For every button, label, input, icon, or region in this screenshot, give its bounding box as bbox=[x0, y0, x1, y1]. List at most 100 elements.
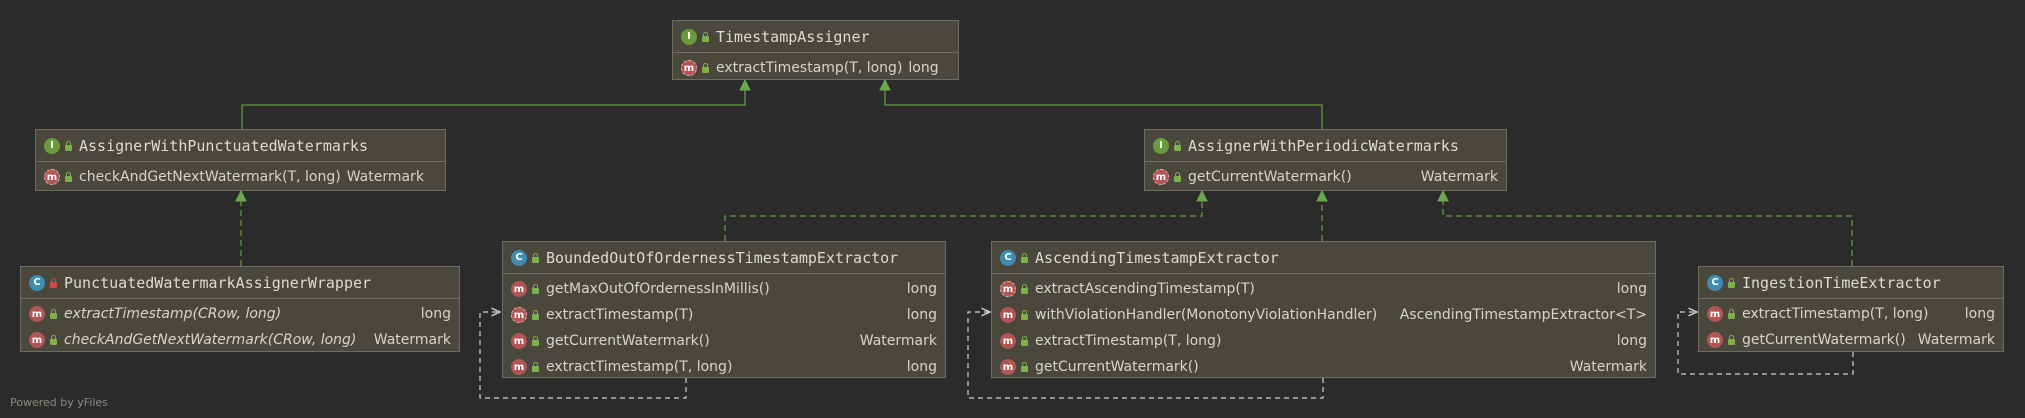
abstract-method-icon: m bbox=[1000, 281, 1016, 297]
abstract-class-icon: C bbox=[1000, 249, 1016, 266]
interface-icon: I bbox=[1153, 137, 1169, 154]
public-visibility-icon bbox=[701, 63, 710, 73]
method-signature: getCurrentWatermark() bbox=[546, 333, 710, 349]
node-bounded-out-of-orderness-timestamp-extractor[interactable]: C BoundedOutOfOrdernessTimestampExtracto… bbox=[502, 241, 946, 378]
method-row[interactable]: m getCurrentWatermark() Watermark bbox=[992, 354, 1655, 380]
node-title: TimestampAssigner bbox=[716, 27, 870, 46]
interface-icon: I bbox=[44, 137, 60, 154]
method-row[interactable]: m extractTimestamp(CRow, long) long bbox=[21, 301, 459, 327]
public-visibility-icon bbox=[64, 172, 73, 182]
node-header: C IngestionTimeExtractor bbox=[1699, 267, 2003, 299]
method-row[interactable]: m getCurrentWatermark() Watermark bbox=[503, 328, 945, 354]
node-title: PunctuatedWatermarkAssignerWrapper bbox=[64, 273, 372, 292]
method-row[interactable]: m getCurrentWatermark() Watermark bbox=[1145, 164, 1506, 190]
method-row[interactable]: m checkAndGetNextWatermark(CRow, long) W… bbox=[21, 327, 459, 353]
method-icon: m bbox=[1707, 332, 1723, 348]
method-icon: m bbox=[29, 306, 45, 322]
public-visibility-icon bbox=[531, 336, 540, 346]
node-header: I TimestampAssigner bbox=[673, 21, 958, 53]
public-visibility-icon bbox=[531, 310, 540, 320]
public-visibility-icon bbox=[1727, 335, 1736, 345]
abstract-method-icon: m bbox=[511, 307, 527, 323]
method-icon: m bbox=[1000, 359, 1016, 375]
method-return-type: long bbox=[906, 281, 937, 297]
method-row[interactable]: m extractTimestamp(T, long) long bbox=[673, 55, 958, 81]
method-return-type: long bbox=[906, 307, 937, 323]
method-signature: extractTimestamp(T, long) bbox=[716, 60, 903, 76]
method-return-type: long bbox=[906, 359, 937, 375]
method-return-type: Watermark bbox=[373, 332, 451, 348]
edge-punctuated-extends-timestamp-assigner bbox=[241, 78, 751, 129]
method-signature: extractTimestamp(T, long) bbox=[1035, 333, 1222, 349]
node-title: IngestionTimeExtractor bbox=[1742, 273, 1941, 292]
method-row[interactable]: m extractTimestamp(T, long) long bbox=[1699, 301, 2003, 327]
public-visibility-icon bbox=[1020, 284, 1029, 294]
powered-by-footer: Powered by yFiles bbox=[10, 396, 108, 409]
method-row[interactable]: m getMaxOutOfOrdernessInMillis() long bbox=[503, 276, 945, 302]
node-header: I AssignerWithPeriodicWatermarks bbox=[1145, 130, 1506, 162]
method-signature: extractAscendingTimestamp(T) bbox=[1035, 281, 1255, 297]
method-signature: withViolationHandler(MonotonyViolationHa… bbox=[1035, 307, 1378, 323]
node-header: C PunctuatedWatermarkAssignerWrapper bbox=[21, 267, 459, 299]
public-visibility-icon bbox=[531, 284, 540, 294]
method-row[interactable]: m checkAndGetNextWatermark(T, long) Wate… bbox=[36, 164, 445, 190]
node-ingestion-time-extractor[interactable]: C IngestionTimeExtractor m extractTimest… bbox=[1698, 266, 2004, 352]
node-header: I AssignerWithPunctuatedWatermarks bbox=[36, 130, 445, 162]
node-title: AssignerWithPunctuatedWatermarks bbox=[79, 136, 368, 155]
node-assigner-with-punctuated-watermarks[interactable]: I AssignerWithPunctuatedWatermarks m che… bbox=[35, 129, 446, 191]
method-return-type: AscendingTimestampExtractor<T> bbox=[1399, 307, 1647, 323]
method-icon: m bbox=[1000, 333, 1016, 349]
node-title: BoundedOutOfOrdernessTimestampExtractor bbox=[546, 248, 899, 267]
method-return-type: long bbox=[1616, 281, 1647, 297]
abstract-method-icon: m bbox=[44, 169, 60, 185]
method-signature: extractTimestamp(T, long) bbox=[546, 359, 733, 375]
method-signature: checkAndGetNextWatermark(T, long) bbox=[79, 169, 341, 185]
method-return-type: Watermark bbox=[1917, 332, 1995, 348]
method-return-type: Watermark bbox=[1569, 359, 1647, 375]
method-signature: getCurrentWatermark() bbox=[1035, 359, 1199, 375]
method-row[interactable]: m withViolationHandler(MonotonyViolation… bbox=[992, 302, 1655, 328]
public-visibility-icon bbox=[64, 140, 73, 151]
edge-periodic-extends-timestamp-assigner bbox=[879, 78, 1323, 129]
method-icon: m bbox=[1707, 306, 1723, 322]
public-visibility-icon bbox=[1727, 277, 1736, 288]
node-header: C AscendingTimestampExtractor bbox=[992, 242, 1655, 274]
node-header: C BoundedOutOfOrdernessTimestampExtracto… bbox=[503, 242, 945, 274]
method-signature: getCurrentWatermark() bbox=[1742, 332, 1906, 348]
class-icon: C bbox=[1707, 274, 1723, 291]
public-visibility-icon bbox=[1173, 172, 1182, 182]
private-lock-icon bbox=[49, 277, 58, 288]
node-assigner-with-periodic-watermarks[interactable]: I AssignerWithPeriodicWatermarks m getCu… bbox=[1144, 129, 1507, 191]
node-ascending-timestamp-extractor[interactable]: C AscendingTimestampExtractor m extractA… bbox=[991, 241, 1656, 378]
public-visibility-icon bbox=[1020, 310, 1029, 320]
abstract-method-icon: m bbox=[681, 60, 697, 76]
method-return-type: Watermark bbox=[346, 169, 424, 185]
method-row[interactable]: m extractTimestamp(T, long) long bbox=[992, 328, 1655, 354]
public-visibility-icon bbox=[531, 252, 540, 263]
method-signature: extractTimestamp(T) bbox=[546, 307, 694, 323]
method-return-type: Watermark bbox=[1420, 169, 1498, 185]
node-title: AssignerWithPeriodicWatermarks bbox=[1188, 136, 1459, 155]
method-return-type: Watermark bbox=[859, 333, 937, 349]
method-return-type: long bbox=[1616, 333, 1647, 349]
method-signature: checkAndGetNextWatermark(CRow, long) bbox=[64, 332, 357, 348]
public-visibility-icon bbox=[49, 335, 58, 345]
method-row[interactable]: m extractTimestamp(T) long bbox=[503, 302, 945, 328]
method-icon: m bbox=[1000, 307, 1016, 323]
node-timestamp-assigner[interactable]: I TimestampAssigner m extractTimestamp(T… bbox=[672, 20, 959, 80]
abstract-class-icon: C bbox=[511, 249, 527, 266]
method-row[interactable]: m extractTimestamp(T, long) long bbox=[503, 354, 945, 380]
public-visibility-icon bbox=[1020, 362, 1029, 372]
public-visibility-icon bbox=[531, 362, 540, 372]
method-return-type: long bbox=[1964, 306, 1995, 322]
method-row[interactable]: m extractAscendingTimestamp(T) long bbox=[992, 276, 1655, 302]
method-icon: m bbox=[29, 332, 45, 348]
node-punctuated-watermark-assigner-wrapper[interactable]: C PunctuatedWatermarkAssignerWrapper m e… bbox=[20, 266, 460, 352]
method-icon: m bbox=[511, 333, 527, 349]
method-icon: m bbox=[511, 281, 527, 297]
public-visibility-icon bbox=[701, 31, 710, 42]
method-signature: extractTimestamp(T, long) bbox=[1742, 306, 1929, 322]
public-visibility-icon bbox=[1173, 140, 1182, 151]
method-row[interactable]: m getCurrentWatermark() Watermark bbox=[1699, 327, 2003, 353]
public-visibility-icon bbox=[1020, 252, 1029, 263]
